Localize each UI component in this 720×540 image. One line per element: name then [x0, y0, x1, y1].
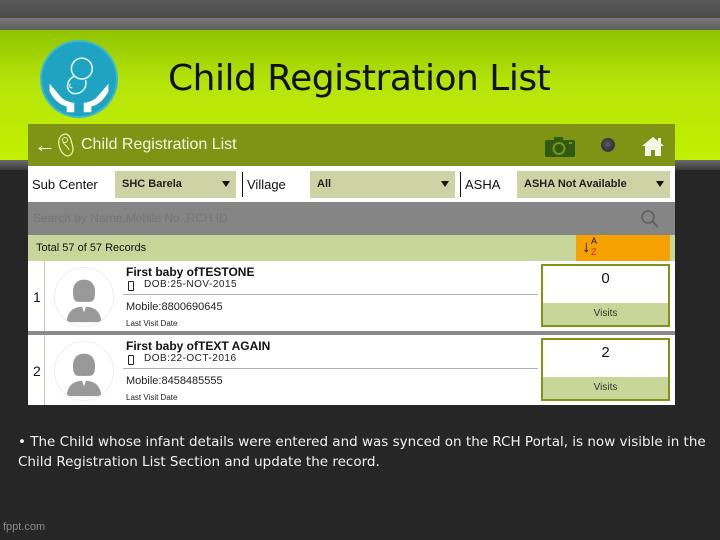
sub-center-select[interactable]: SHC Barela	[115, 171, 236, 198]
home-icon[interactable]	[641, 135, 665, 157]
phone-icon	[128, 355, 134, 365]
last-visit-label: Last Visit Date	[126, 319, 178, 328]
record-count: Total 57 of 57 Records	[36, 242, 147, 254]
chevron-down-icon	[222, 181, 230, 187]
footer-brand: fppt.com	[3, 521, 46, 533]
last-visit-label: Last Visit Date	[126, 393, 178, 402]
chevron-down-icon	[441, 181, 449, 187]
child-name: First baby ofTEXT AGAIN	[126, 339, 271, 353]
top-strip-lower	[0, 18, 720, 30]
child-mobile: Mobile:8458485555	[126, 375, 223, 387]
child-dob: DOB:22-OCT-2016	[144, 353, 237, 364]
visits-button[interactable]: 0 Visits	[541, 264, 670, 327]
child-name: First baby ofTESTONE	[126, 265, 255, 279]
divider	[242, 172, 243, 197]
sort-z: Z	[591, 247, 597, 257]
village-label: Village	[247, 177, 286, 192]
app-bar: ← Child Registration List	[28, 124, 675, 166]
asha-label: ASHA	[465, 177, 501, 192]
list-item[interactable]: 2 First baby ofTEXT AGAIN DOB:22-OCT-201…	[28, 335, 675, 405]
index-divider	[44, 335, 45, 405]
slide-title: Child Registration List	[168, 58, 551, 99]
row-index: 2	[33, 363, 41, 379]
camera-icon[interactable]	[544, 136, 576, 158]
asha-select[interactable]: ASHA Not Available	[517, 171, 670, 198]
child-dob: DOB:25-NOV-2015	[144, 279, 238, 290]
avatar-icon	[54, 267, 114, 327]
visits-button[interactable]: 2 Visits	[541, 338, 670, 401]
asha-value: ASHA Not Available	[524, 178, 627, 190]
index-divider	[44, 261, 45, 331]
sub-center-value: SHC Barela	[122, 178, 182, 190]
sub-center-label: Sub Center	[32, 177, 98, 192]
sort-az-button[interactable]: ↓ A Z	[576, 235, 670, 261]
sort-a: A	[591, 236, 598, 246]
baby-in-hands-icon	[40, 40, 118, 118]
app-title: Child Registration List	[81, 136, 237, 153]
row-index: 1	[33, 289, 41, 305]
row-divider	[123, 368, 538, 369]
list-item[interactable]: 1 First baby ofTESTONE DOB:25-NOV-2015 M…	[28, 261, 675, 331]
visits-label: Visits	[543, 377, 668, 399]
sort-arrow-icon: ↓	[582, 237, 591, 256]
divider	[460, 172, 461, 197]
chevron-down-icon	[656, 181, 664, 187]
visits-count: 0	[601, 270, 610, 287]
search-input[interactable]	[33, 211, 613, 225]
filter-bar: Sub Center SHC Barela Village All ASHA A…	[28, 166, 675, 202]
search-bar	[28, 202, 675, 235]
back-arrow-icon[interactable]: ←	[34, 134, 56, 156]
slide-caption: • The Child whose infant details were en…	[18, 434, 706, 470]
app-screenshot: ← Child Registration List Sub Center SHC…	[28, 124, 675, 405]
visits-count: 2	[601, 344, 610, 361]
village-value: All	[317, 178, 332, 190]
row-divider	[123, 294, 538, 295]
village-select[interactable]: All	[310, 171, 455, 198]
phone-icon	[128, 281, 134, 291]
child-mobile: Mobile:8800690645	[126, 301, 223, 313]
search-icon[interactable]	[640, 209, 660, 229]
top-strip	[0, 0, 720, 18]
record-count-bar: Total 57 of 57 Records ↓ A Z	[28, 235, 675, 261]
visits-label: Visits	[543, 303, 668, 325]
avatar-icon	[54, 341, 114, 401]
record-dot-icon[interactable]	[601, 138, 615, 152]
mother-child-logo-icon	[56, 132, 76, 158]
